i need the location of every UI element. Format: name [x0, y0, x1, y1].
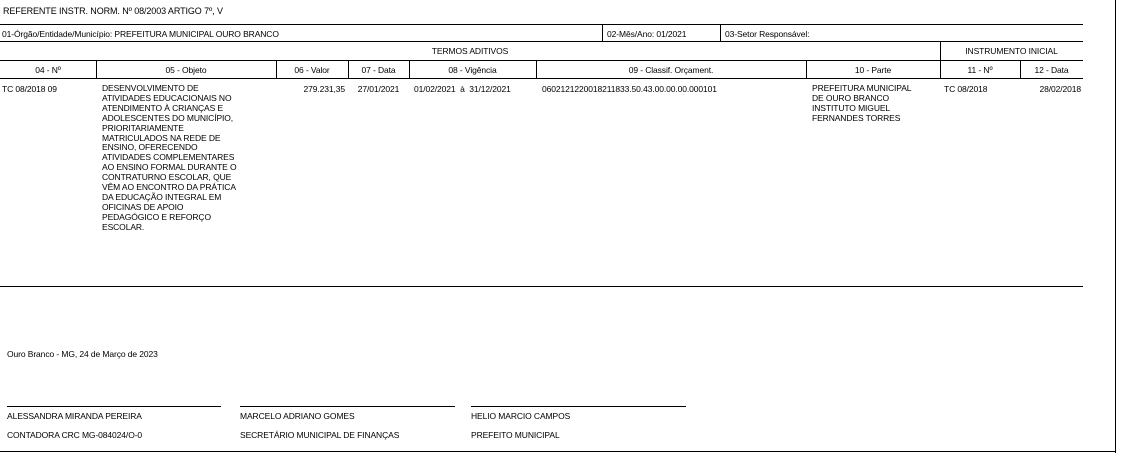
- page-bottom-border: [0, 451, 1116, 452]
- group-instrumento-inicial: INSTRUMENTO INICIAL: [965, 46, 1058, 56]
- group-bottom-rule: [0, 60, 1083, 61]
- cell-valor: 279.231,35: [303, 84, 345, 94]
- signature-line: [471, 406, 686, 407]
- signature-line: [240, 406, 455, 407]
- referente-text: REFERENTE INSTR. NORM. Nº 08/2003 ARTIGO…: [3, 6, 223, 16]
- cell-vigencia: 01/02/2021 à 31/12/2021: [414, 84, 511, 94]
- mes-ano-field: 02-Mês/Ano: 01/2021: [607, 29, 687, 39]
- signature-name: HELIO MARCIO CAMPOS: [471, 411, 571, 421]
- cell-numero: TC 08/2018 09: [2, 84, 57, 94]
- cell-objeto: DESENVOLVIMENTO DE ATIVIDADES EDUCACIONA…: [102, 83, 237, 232]
- header-row-bottom-rule: [0, 78, 1083, 79]
- table-bottom-rule: [0, 286, 1083, 287]
- group-termos-aditivos: TERMOS ADITIVOS: [431, 46, 509, 56]
- col-header-vigencia: 08 - Vigência: [448, 65, 497, 75]
- cell-parte: PREFEITURA MUNICIPAL DE OURO BRANCO INST…: [812, 83, 912, 123]
- col-header-inst-data: 12 - Data: [1034, 65, 1069, 75]
- signature-line: [7, 406, 221, 407]
- signature-name: MARCELO ADRIANO GOMES: [240, 411, 355, 421]
- header-divider-2: [720, 24, 721, 41]
- signature-name: ALESSANDRA MIRANDA PEREIRA: [7, 411, 142, 421]
- signature-role: PREFEITO MUNICIPAL: [471, 430, 560, 440]
- cell-inst-numero: TC 08/2018: [944, 84, 988, 94]
- col-header-classif: 09 - Classif. Orçament.: [628, 65, 714, 75]
- signature-role: SECRETÁRIO MUNICIPAL DE FINANÇAS: [240, 430, 400, 440]
- col-header-objeto: 05 - Objeto: [165, 65, 207, 75]
- header-top-rule: [0, 24, 1083, 25]
- header-divider-1: [602, 24, 603, 41]
- header-bottom-rule: [0, 41, 1083, 42]
- orgao-field: 01-Órgão/Entidade/Município: PREFEITURA …: [2, 29, 279, 39]
- col-header-numero: 04 - Nº: [35, 65, 61, 75]
- setor-field: 03-Setor Responsável:: [725, 29, 810, 39]
- signature-role: CONTADORA CRC MG-084024/O-0: [7, 430, 143, 440]
- col-header-parte: 10 - Parte: [854, 65, 892, 75]
- page-right-border: [1115, 0, 1116, 453]
- col-header-inst-numero: 11 - Nº: [967, 65, 993, 75]
- local-data-text: Ouro Branco - MG, 24 de Março de 2023: [7, 349, 158, 359]
- col-header-valor: 06 - Valor: [294, 65, 330, 75]
- col-header-data: 07 - Data: [361, 65, 396, 75]
- cell-data: 27/01/2021: [357, 84, 400, 94]
- cell-classif: 0602121220018211833.50.43.00.00.00.00010…: [542, 84, 717, 94]
- cell-inst-data: 28/02/2018: [1039, 84, 1081, 94]
